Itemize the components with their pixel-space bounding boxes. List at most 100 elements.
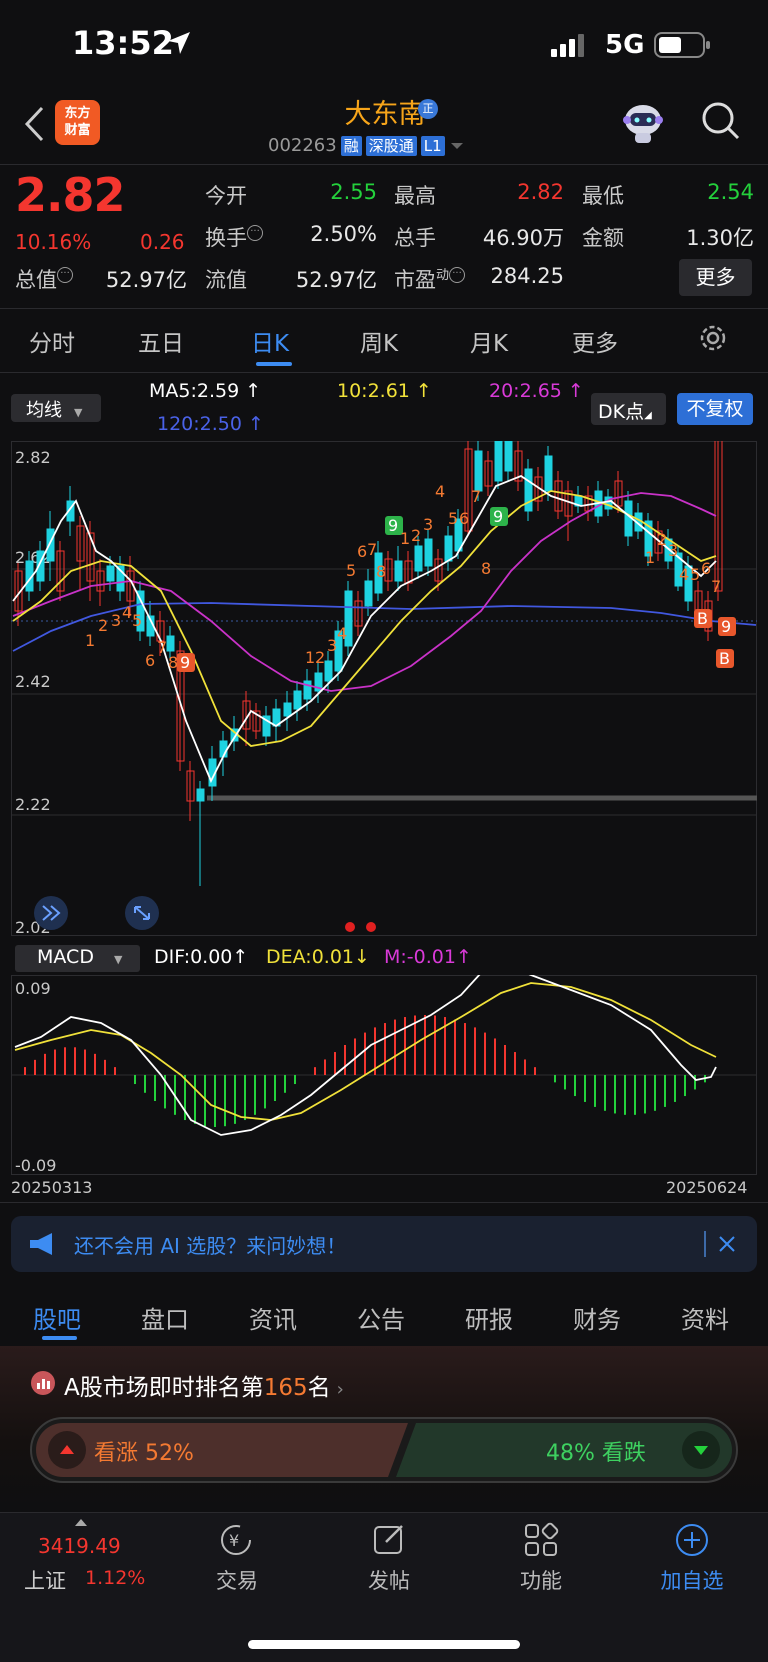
ai-banner-text[interactable]: 还不会用 AI 选股？来问妙想！ xyxy=(74,1230,346,1259)
ranking-number: 165 xyxy=(263,1375,308,1401)
candle xyxy=(96,559,105,606)
candle xyxy=(404,551,413,591)
m-label: M:-0.01↑ xyxy=(384,946,472,968)
svg-text:8: 8 xyxy=(376,562,386,581)
float-cap-value: 52.97亿 xyxy=(295,268,377,292)
banner-divider xyxy=(704,1231,706,1257)
candle xyxy=(272,699,281,741)
candle xyxy=(262,706,271,746)
tab-daily-k[interactable]: 日K xyxy=(251,324,289,358)
signal-marker: 3 xyxy=(111,611,121,630)
adjust-button[interactable]: 不复权 xyxy=(677,393,753,425)
bullish-label: 看涨 52% xyxy=(94,1441,194,1466)
tab-5day[interactable]: 五日 xyxy=(138,324,184,358)
stock-code-row[interactable]: 002263 融 深股通 L1 xyxy=(268,135,465,156)
pe-value: 284.25 xyxy=(490,264,564,288)
tab-research[interactable]: 研报 xyxy=(465,1300,513,1335)
ranking-chart-icon xyxy=(31,1371,55,1395)
nav-trade[interactable]: 交易 xyxy=(192,1565,282,1595)
add-watchlist-icon[interactable] xyxy=(674,1522,710,1558)
dk-point-button[interactable]: DK点◢ xyxy=(591,393,666,425)
dea-label: DEA:0.01↓ xyxy=(266,946,370,968)
info-icon: ··· xyxy=(247,225,263,241)
page-dot xyxy=(366,922,376,932)
low-value: 2.54 xyxy=(707,180,754,204)
signal-marker: 7 xyxy=(471,487,481,506)
signal-marker: 6 xyxy=(459,509,469,528)
svg-text:2: 2 xyxy=(315,648,325,667)
tab-profile[interactable]: 资料 xyxy=(681,1300,729,1335)
signal-marker: 2 xyxy=(315,648,325,667)
caret-up-icon[interactable] xyxy=(74,1517,88,1527)
trade-icon[interactable]: ¥ xyxy=(218,1522,254,1558)
high-label: 最高 xyxy=(394,184,436,208)
megaphone-icon xyxy=(30,1233,52,1255)
candle xyxy=(364,569,373,616)
expand-left-icon[interactable] xyxy=(34,896,68,930)
ma-select[interactable]: 均线 ▼ xyxy=(11,394,101,422)
stock-code: 002263 xyxy=(268,135,337,156)
signal-marker: 1 xyxy=(400,529,410,548)
close-icon[interactable] xyxy=(718,1235,736,1253)
tab-announcements[interactable]: 公告 xyxy=(357,1300,405,1335)
function-grid-icon[interactable] xyxy=(523,1522,559,1558)
bearish-label: 48% 看跌 xyxy=(546,1441,646,1466)
post-icon[interactable] xyxy=(372,1522,408,1558)
nav-post[interactable]: 发帖 xyxy=(344,1565,434,1595)
robot-assistant-icon[interactable] xyxy=(620,100,666,146)
tab-intraday[interactable]: 分时 xyxy=(29,324,75,358)
home-indicator xyxy=(248,1640,520,1649)
gear-icon[interactable] xyxy=(698,323,728,353)
open-value: 2.55 xyxy=(330,180,377,204)
tab-finance[interactable]: 财务 xyxy=(573,1300,621,1335)
bullish-button[interactable]: 看涨 52% xyxy=(36,1423,396,1477)
pe-label[interactable]: 市盈动 ··· xyxy=(394,264,466,294)
svg-text:1: 1 xyxy=(645,548,655,567)
svg-text:3: 3 xyxy=(668,541,678,560)
svg-text:5: 5 xyxy=(346,561,356,580)
svg-text:1: 1 xyxy=(400,529,410,548)
signal-marker: 9 xyxy=(490,507,508,526)
svg-text:6: 6 xyxy=(701,559,711,578)
ma120-label: 120:2.50 ↑ xyxy=(157,413,264,435)
tab-orderbook[interactable]: 盘口 xyxy=(141,1300,189,1335)
svg-text:1: 1 xyxy=(305,648,315,667)
tab-forum[interactable]: 股吧 xyxy=(33,1300,81,1335)
search-icon[interactable] xyxy=(701,101,741,141)
dropdown-caret-icon xyxy=(450,142,463,149)
market-cap-label[interactable]: 总值 ··· xyxy=(15,264,73,294)
svg-text:B: B xyxy=(719,649,730,668)
more-button[interactable]: 更多 xyxy=(679,259,752,296)
signal-marker: 6 xyxy=(357,542,367,561)
tab-news[interactable]: 资讯 xyxy=(249,1300,297,1335)
index-name[interactable]: 上证 xyxy=(24,1565,66,1595)
indicator-select[interactable]: MACD ▼ xyxy=(15,945,140,972)
signal-marker: 5 xyxy=(448,509,458,528)
signal-marker: 3 xyxy=(327,636,337,655)
clock: 13:52 xyxy=(72,24,174,62)
nav-function[interactable]: 功能 xyxy=(496,1565,586,1595)
turnover-value: 2.50% xyxy=(310,222,377,246)
turnover-label[interactable]: 换手 ··· xyxy=(205,222,263,252)
svg-text:7: 7 xyxy=(367,540,377,559)
svg-text:9: 9 xyxy=(180,653,190,672)
tab-monthly-k[interactable]: 月K xyxy=(470,324,508,358)
back-chevron-icon[interactable] xyxy=(22,104,46,144)
open-label: 今开 xyxy=(205,184,247,208)
macd-chart[interactable]: 0.09 -0.09 xyxy=(11,975,757,1175)
bearish-button[interactable]: 48% 看跌 xyxy=(396,1423,732,1477)
kline-chart[interactable]: 2.82 2.62 2.42 2.22 2.02 12 3 4 5678 9 1 23456… xyxy=(11,441,757,937)
tab-weekly-k[interactable]: 周K xyxy=(360,324,398,358)
y-tick: 2.22 xyxy=(15,795,51,814)
signal-icon xyxy=(551,34,584,57)
tab-more[interactable]: 更多 xyxy=(572,324,618,358)
svg-text:2: 2 xyxy=(657,530,667,549)
fullscreen-icon[interactable] xyxy=(125,896,159,930)
nav-add-watchlist[interactable]: 加自选 xyxy=(647,1565,737,1595)
candle xyxy=(76,516,85,591)
ranking-text[interactable]: A股市场即时排名第165名 › xyxy=(64,1368,344,1402)
candle xyxy=(283,691,292,731)
signal-marker: B xyxy=(716,649,734,668)
divider xyxy=(0,1512,768,1513)
candle xyxy=(444,526,453,571)
